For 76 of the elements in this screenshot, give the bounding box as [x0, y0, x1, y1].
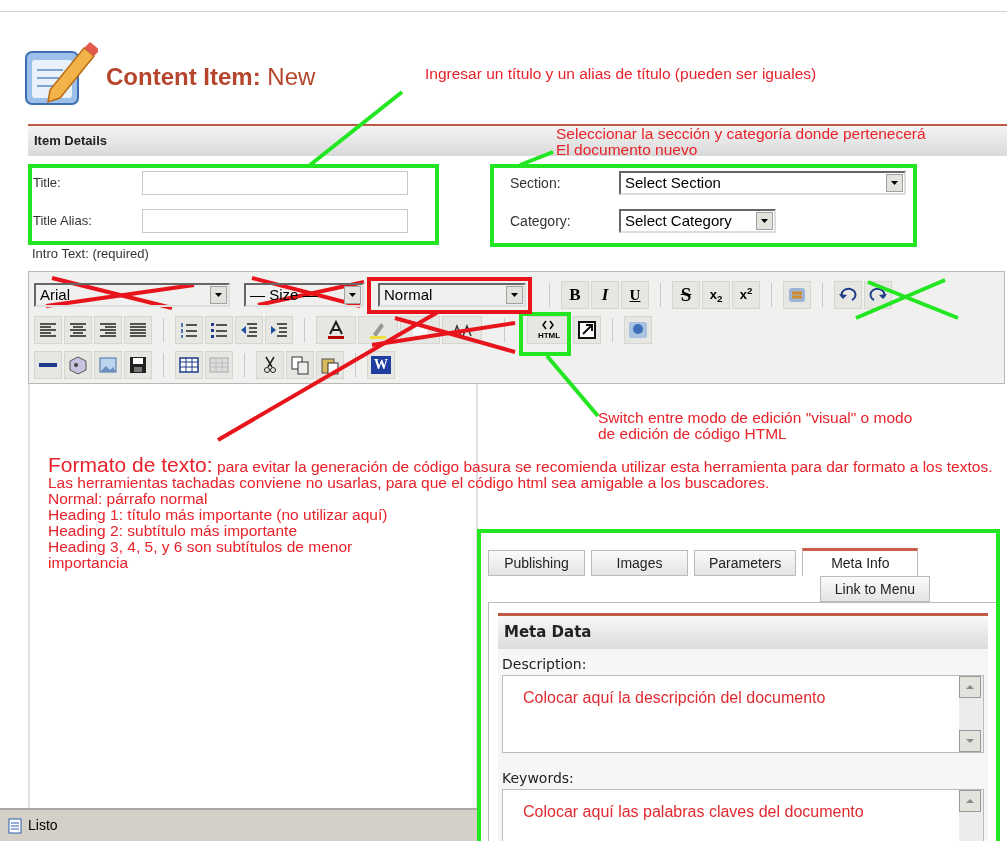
annotation-note: Formato de texto: para evitar la generación de código basura se recomienda utilizar esta herramienta para dar formato a los textos. Las herramientas tachadas conviene no usarlas, para que el código html sea amigable a los buscadores. [48, 457, 994, 491]
scissors-button[interactable] [256, 351, 284, 379]
paragraph-format-dropdown[interactable]: Normal [378, 283, 526, 307]
leader-line [519, 150, 554, 167]
align-right-button[interactable] [94, 316, 122, 344]
floppy-disk-button[interactable] [124, 351, 152, 379]
undo-button[interactable] [834, 281, 862, 309]
highlighter-button[interactable] [358, 316, 398, 344]
outdent-button[interactable] [235, 316, 263, 344]
italic-button[interactable]: I [591, 281, 619, 309]
annotation-note: Seleccionar la sección y categoría donde pertenecerá [556, 126, 926, 142]
numbered-list-button[interactable] [175, 316, 203, 344]
tab[interactable]: Meta Info [802, 548, 919, 576]
tab[interactable]: Parameters [694, 550, 797, 576]
align-left-button[interactable] [34, 316, 62, 344]
scroll-down-icon[interactable] [959, 730, 981, 752]
status-text: Listo [28, 816, 58, 835]
text-field[interactable] [142, 171, 408, 195]
strikethrough-button[interactable]: S [672, 281, 700, 309]
superscript-button[interactable]: x$^{2}$ [732, 281, 760, 309]
field-label: Description: [502, 655, 588, 674]
tab[interactable]: Publishing [488, 550, 585, 576]
field-label: Title: [32, 174, 62, 193]
horizontal-rule-button[interactable] [34, 351, 62, 379]
subscript-button[interactable]: x$_{2}$ [702, 281, 730, 309]
annotation-note: Heading 1: título más importante (no utilizar aquí) [48, 507, 389, 523]
code-brackets-icon [542, 320, 554, 330]
field-label: Section: [510, 173, 562, 193]
tab[interactable]: Link to Menu [819, 576, 930, 602]
bold-button[interactable]: B [561, 281, 589, 309]
cube-button[interactable] [64, 351, 92, 379]
text-area[interactable]: Colocar aquí las palabras claves del documento [502, 789, 984, 841]
field-label: Keywords: [502, 769, 575, 788]
copy-icon [289, 354, 311, 376]
annotation-note: Ingresar un título y un alias de título (pueden ser iguales) [425, 66, 817, 82]
tab[interactable]: Images [591, 550, 688, 576]
underline-button[interactable]: U [621, 281, 649, 309]
table-button[interactable] [175, 351, 203, 379]
table-icon [178, 354, 200, 376]
text-area[interactable]: Colocar aquí la descripción del documento [502, 675, 984, 753]
font-family-dropdown[interactable]: Arial [34, 283, 230, 307]
text-area-value: Colocar aquí las palabras claves del documento [522, 802, 865, 822]
leader-line [545, 354, 600, 418]
font-color-icon [325, 319, 347, 341]
align-center-button[interactable] [64, 316, 92, 344]
align-justify-button[interactable] [124, 316, 152, 344]
annotation-note: El documento nuevo [556, 142, 698, 158]
page-icon [8, 817, 22, 834]
table-grid-icon [208, 354, 230, 376]
word-paste-button[interactable]: W [367, 351, 395, 379]
dropdown[interactable]: Select Category [619, 209, 776, 233]
field-label: Category: [510, 211, 572, 231]
cube-icon [67, 354, 89, 376]
indent-button[interactable] [265, 316, 293, 344]
text-field[interactable] [142, 209, 408, 233]
popup-window-icon [576, 319, 598, 341]
popup-window-button[interactable] [573, 316, 601, 344]
scroll-up-icon[interactable] [959, 790, 981, 812]
annotation-note: Normal: párrafo normal [48, 491, 209, 507]
globe-window-icon [627, 319, 649, 341]
text-area-value: Colocar aquí la descripción del documento [522, 688, 827, 708]
bullet-list-button[interactable] [205, 316, 233, 344]
section-header: Meta Data [498, 613, 988, 649]
font-color-button[interactable] [316, 316, 356, 344]
annotation-note: Heading 3, 4, 5, y 6 son subtítulos de menor importancia [48, 539, 354, 571]
scrollbar[interactable] [959, 676, 983, 752]
annotation-note: Switch entre modo de edición "visual" o modo [598, 410, 913, 426]
annotation-note: de edición de código HTML [598, 426, 787, 442]
field-label: Intro Text: (required) [31, 245, 150, 261]
annotation-note: Heading 2: subtítulo más importante [48, 523, 297, 539]
field-label: Title Alias: [32, 212, 93, 231]
scroll-up-icon[interactable] [959, 676, 981, 698]
image-icon [97, 354, 119, 376]
page-title: Content Item: New [106, 62, 316, 92]
dropdown[interactable]: Select Section [619, 171, 906, 195]
globe-window-button[interactable] [624, 316, 652, 344]
